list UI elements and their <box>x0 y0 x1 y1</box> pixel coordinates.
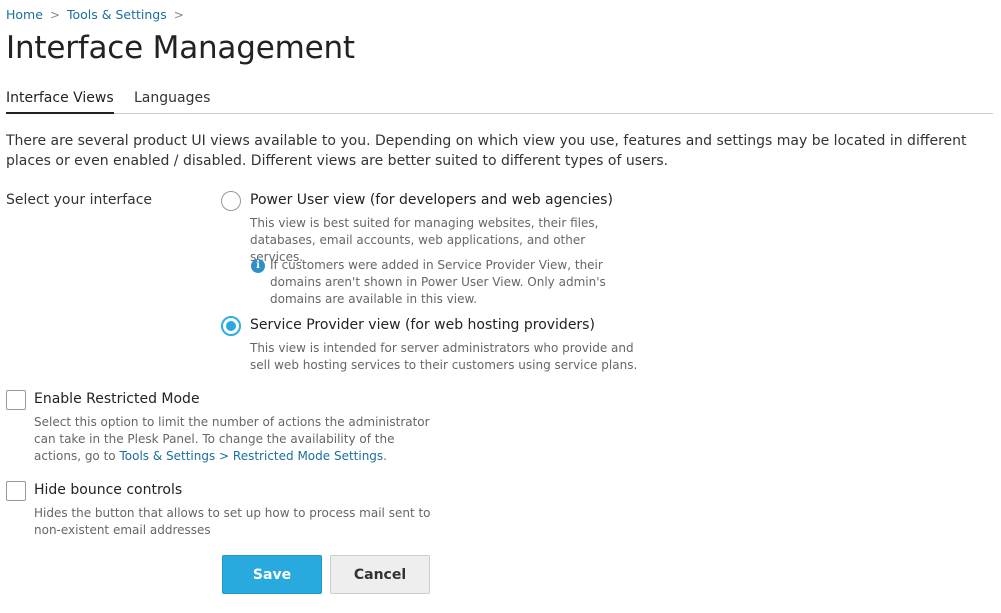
chevron-right-icon: > <box>173 7 184 22</box>
service-provider-label[interactable]: Service Provider view (for web hosting p… <box>250 317 595 333</box>
hide-bounce-hint: Hides the button that allows to set up h… <box>34 506 431 537</box>
tab-bar: Interface Views Languages <box>6 90 993 114</box>
hide-bounce-label[interactable]: Hide bounce controls <box>34 482 182 498</box>
power-user-info: If customers were added in Service Provi… <box>270 258 606 306</box>
info-icon: i <box>251 259 265 273</box>
service-provider-radio[interactable] <box>221 316 241 336</box>
save-button[interactable]: Save <box>222 555 322 594</box>
restricted-mode-link-suffix: . <box>383 449 387 463</box>
restricted-mode-settings-link[interactable]: Tools & Settings > Restricted Mode Setti… <box>119 449 383 463</box>
breadcrumb: Home > Tools & Settings > <box>6 7 191 22</box>
intro-text: There are several product UI views avail… <box>6 133 967 169</box>
select-interface-label: Select your interface <box>6 192 153 208</box>
cancel-button[interactable]: Cancel <box>330 555 430 594</box>
breadcrumb-home-link[interactable]: Home <box>6 7 43 22</box>
hide-bounce-checkbox[interactable] <box>6 481 26 501</box>
page-title: Interface Management <box>6 30 355 66</box>
power-user-label[interactable]: Power User view (for developers and web … <box>250 192 613 208</box>
restricted-mode-label[interactable]: Enable Restricted Mode <box>34 391 200 407</box>
restricted-mode-hint: Select this option to limit the number o… <box>34 414 434 465</box>
power-user-radio[interactable] <box>221 191 241 211</box>
tab-languages[interactable]: Languages <box>134 90 210 112</box>
restricted-mode-checkbox[interactable] <box>6 390 26 410</box>
service-provider-hint: This view is intended for server adminis… <box>250 341 638 372</box>
tab-interface-views[interactable]: Interface Views <box>6 90 114 114</box>
chevron-right-icon: > <box>49 7 60 22</box>
breadcrumb-tools-link[interactable]: Tools & Settings <box>67 7 167 22</box>
